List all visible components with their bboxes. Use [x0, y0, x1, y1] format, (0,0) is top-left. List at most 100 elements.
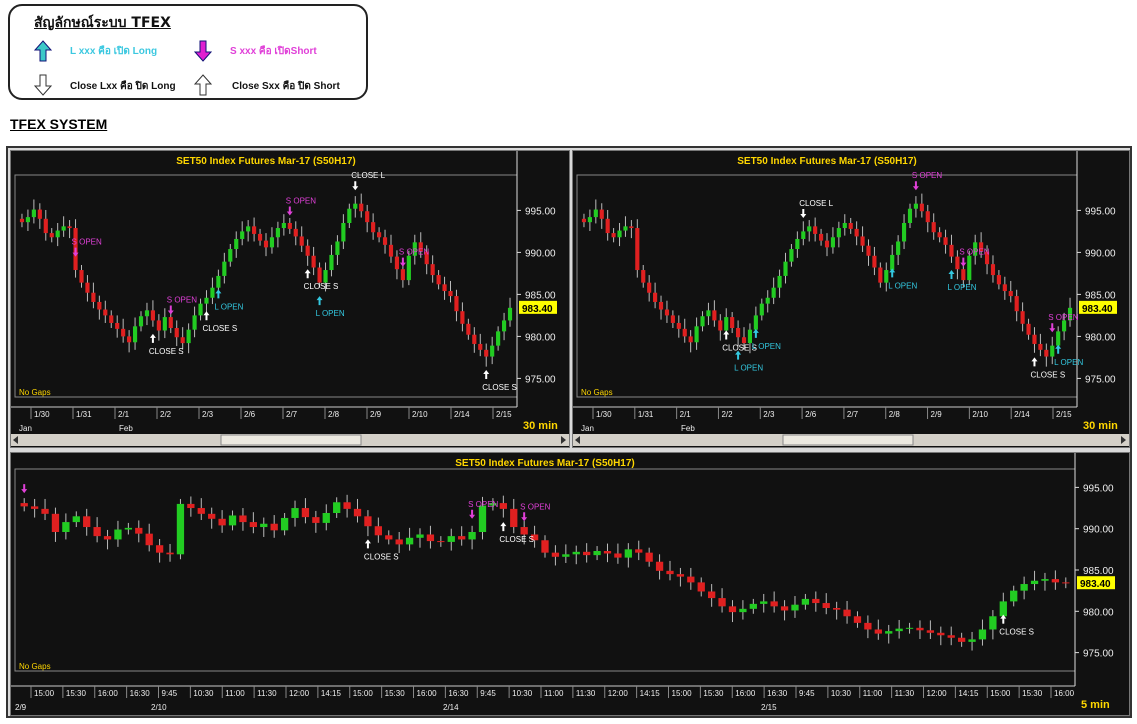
- candle-body: [1056, 331, 1061, 346]
- candle-body: [783, 261, 788, 276]
- candle-body: [653, 292, 658, 302]
- candle-body: [916, 627, 924, 631]
- long-open-arrow-icon: [948, 270, 955, 280]
- last-price-label: 983.40: [1082, 304, 1113, 315]
- plot-area: [576, 174, 1078, 398]
- candle-body: [305, 245, 310, 256]
- x-tick-label: 2/14: [1014, 410, 1030, 419]
- month-label: Feb: [681, 424, 695, 433]
- candle-body: [832, 608, 841, 610]
- marker-label: L OPEN: [752, 342, 781, 351]
- x-tick-label: 2/6: [805, 410, 817, 419]
- candle-body: [210, 287, 215, 298]
- scrollbar-thumb[interactable]: [220, 434, 362, 446]
- candle-body: [478, 343, 483, 350]
- candle-body: [1020, 584, 1028, 591]
- gap-note: No Gaps: [19, 662, 51, 671]
- x-tick-label: 16:00: [98, 689, 119, 698]
- candle-body: [293, 228, 298, 237]
- candle-body: [854, 228, 859, 237]
- candle-body: [496, 331, 501, 346]
- candle-body: [605, 218, 610, 234]
- candle-body: [1020, 311, 1025, 324]
- x-tick-label: 11:30: [257, 689, 277, 698]
- x-tick-label: 14:15: [640, 689, 661, 698]
- candle-body: [97, 301, 102, 310]
- marker-label: S OPEN: [520, 502, 550, 511]
- candle-body: [145, 533, 153, 546]
- candle-body: [1044, 349, 1049, 357]
- month-label: Feb: [119, 424, 133, 433]
- legend-label-close-short: Close Sxx คือ ปิด Short: [232, 81, 340, 92]
- x-tick-label: 2/15: [496, 410, 512, 419]
- candle-body: [83, 516, 91, 528]
- candle-body: [156, 320, 161, 331]
- candle-body: [364, 516, 372, 527]
- x-tick-label: 11:30: [895, 689, 915, 698]
- candle-body: [843, 609, 851, 617]
- candle-body: [114, 529, 122, 540]
- marker-label: CLOSE S: [482, 383, 517, 392]
- candle-body: [990, 264, 996, 276]
- candle-body: [741, 337, 747, 344]
- magenta-down-arrow-icon: [194, 40, 212, 62]
- marker-label: L OPEN: [316, 309, 345, 318]
- marker-label: L OPEN: [734, 364, 763, 373]
- x-tick-label: 2/2: [721, 410, 733, 419]
- candle-body: [72, 516, 80, 523]
- candle-body: [135, 527, 143, 534]
- candle-body: [466, 323, 471, 335]
- candle-body: [458, 536, 466, 540]
- chart-5min-bottom: SET50 Index Futures Mar-17 (S50H17) 995.0…: [11, 453, 1115, 712]
- x-tick-label: 16:30: [448, 689, 469, 698]
- candle-body: [454, 296, 459, 312]
- candle-body: [216, 275, 221, 288]
- x-tick-label: 16:30: [130, 689, 151, 698]
- candle-body: [895, 628, 903, 632]
- candle-body: [460, 311, 465, 324]
- candle-body: [186, 329, 191, 344]
- candle-body: [1030, 580, 1039, 585]
- candle-body: [666, 570, 674, 575]
- candle-body: [187, 503, 195, 509]
- candle-body: [801, 231, 806, 239]
- candle-body: [996, 275, 1001, 285]
- date-label: 2/14: [443, 703, 459, 712]
- candle-body: [323, 270, 328, 283]
- x-tick-label: 15:30: [703, 689, 724, 698]
- y-tick-label: 980.00: [1085, 332, 1116, 343]
- candle-body: [468, 532, 476, 540]
- candle-body: [234, 238, 239, 250]
- candle-body: [587, 217, 592, 223]
- x-tick-label: 14:15: [958, 689, 979, 698]
- candle-body: [371, 222, 376, 233]
- candle-body: [30, 506, 39, 509]
- x-tick-label: 10:30: [831, 689, 852, 698]
- candle-body: [1008, 291, 1013, 297]
- candle-body: [49, 233, 54, 238]
- close-arrow-icon: [352, 181, 359, 191]
- candle-body: [736, 328, 741, 338]
- candle-body: [437, 541, 445, 543]
- candle-body: [728, 606, 737, 613]
- candle-body: [872, 255, 877, 268]
- candle-body: [593, 551, 601, 556]
- candle-body: [724, 317, 729, 331]
- candle-body: [333, 502, 341, 513]
- candle-body: [127, 336, 132, 343]
- x-tick-label: 2/14: [454, 410, 470, 419]
- scrollbar-thumb[interactable]: [782, 434, 914, 446]
- candle-body: [842, 223, 847, 229]
- last-price-label: 983.40: [522, 304, 553, 315]
- short-open-arrow-icon: [21, 484, 28, 494]
- candle-body: [312, 517, 320, 523]
- candle-body: [168, 317, 173, 328]
- candle-body: [813, 226, 818, 234]
- y-tick-label: 990.00: [1085, 248, 1116, 259]
- candle-body: [658, 301, 664, 310]
- candle-body: [260, 523, 268, 528]
- candle-body: [697, 582, 705, 592]
- candle-body: [287, 223, 292, 229]
- candle-body: [249, 522, 258, 528]
- candle-body: [655, 561, 664, 571]
